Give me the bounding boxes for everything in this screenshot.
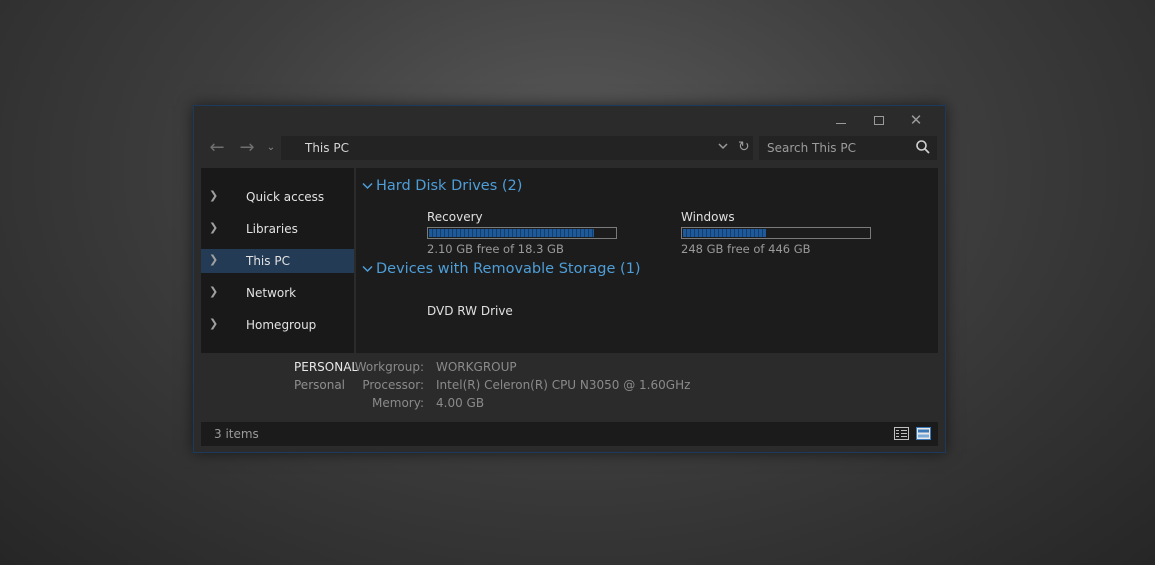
close-button[interactable]: ✕ — [898, 108, 934, 132]
drive-usage-bar — [681, 227, 871, 239]
memory-value: 4.00 GB — [436, 396, 485, 410]
minimize-button[interactable] — [823, 108, 859, 132]
chevron-right-icon[interactable]: ❯ — [209, 189, 218, 202]
details-pane: PERSONAL Personal Workgroup: WORKGROUP P… — [201, 356, 938, 422]
drive-usage-fill — [683, 229, 766, 237]
memory-label: Memory: — [372, 396, 424, 410]
processor-label: Processor: — [362, 378, 424, 392]
navigation-pane: ❯ Quick access ❯ Libraries ❯ This PC ❯ N… — [201, 168, 354, 353]
close-icon: ✕ — [909, 111, 923, 129]
sidebar-item-network[interactable]: ❯ Network — [201, 281, 354, 305]
sidebar-item-label: This PC — [246, 254, 290, 268]
drive-free-space: 248 GB free of 446 GB — [681, 242, 811, 256]
chevron-down-icon — [718, 143, 728, 150]
sidebar-item-homegroup[interactable]: ❯ Homegroup — [201, 313, 354, 337]
tiles-view-icon[interactable] — [916, 427, 931, 440]
sidebar-item-label: Network — [246, 286, 297, 300]
sidebar-item-this-pc[interactable]: ❯ This PC — [201, 249, 354, 273]
group-title: Hard Disk Drives (2) — [376, 178, 523, 194]
chevron-right-icon[interactable]: ❯ — [209, 317, 218, 330]
address-text: This PC — [305, 141, 349, 155]
drive-free-space: 2.10 GB free of 18.3 GB — [427, 242, 564, 256]
drive-windows[interactable]: Windows 248 GB free of 446 GB — [681, 210, 881, 256]
chevron-right-icon[interactable]: ❯ — [209, 253, 218, 266]
sidebar-item-libraries[interactable]: ❯ Libraries — [201, 217, 354, 241]
device-dvd-rw-drive[interactable]: DVD RW Drive — [427, 304, 513, 318]
drive-name: Recovery — [427, 210, 483, 224]
forward-button[interactable]: → — [236, 138, 258, 160]
chevron-right-icon[interactable]: ❯ — [209, 221, 218, 234]
explorer-window: ✕ ← → ⌄ This PC ↻ ❯ Quick access ❯ Libr — [193, 105, 946, 453]
item-count: 3 items — [214, 427, 259, 441]
maximize-icon — [874, 115, 884, 125]
chevron-down-icon[interactable] — [362, 180, 376, 193]
chevron-right-icon[interactable]: ❯ — [209, 285, 218, 298]
address-dropdown-button[interactable] — [718, 140, 728, 153]
arrow-left-icon: ← — [209, 137, 225, 158]
minimize-icon — [836, 122, 846, 124]
drive-name: Windows — [681, 210, 735, 224]
sidebar-item-label: Homegroup — [246, 318, 317, 332]
workgroup-label: Workgroup: — [354, 360, 424, 374]
arrow-right-icon: → — [239, 137, 255, 158]
sidebar-item-quick-access[interactable]: ❯ Quick access — [201, 185, 354, 209]
navigation-bar: ← → ⌄ This PC ↻ — [194, 136, 945, 162]
details-view-icon[interactable] — [894, 427, 909, 440]
group-header-hard-disk-drives[interactable]: Hard Disk Drives (2) — [362, 178, 522, 194]
back-button[interactable]: ← — [206, 138, 228, 160]
group-header-removable-storage[interactable]: Devices with Removable Storage (1) — [362, 261, 641, 277]
title-bar[interactable]: ✕ — [194, 106, 945, 134]
workgroup-value: WORKGROUP — [436, 360, 517, 374]
refresh-icon: ↻ — [738, 139, 750, 155]
maximize-button[interactable] — [861, 108, 897, 132]
sidebar-item-label: Libraries — [246, 222, 298, 236]
processor-value: Intel(R) Celeron(R) CPU N3050 @ 1.60GHz — [436, 378, 691, 392]
search-input[interactable] — [767, 140, 907, 156]
search-icon[interactable] — [915, 139, 931, 155]
drive-usage-bar — [427, 227, 617, 239]
drive-usage-fill — [429, 229, 594, 237]
chevron-down-icon: ⌄ — [266, 142, 276, 153]
address-bar[interactable]: This PC ↻ — [281, 136, 753, 160]
recent-locations-button[interactable]: ⌄ — [264, 138, 278, 160]
refresh-button[interactable]: ↻ — [738, 139, 750, 155]
status-bar: 3 items — [201, 422, 938, 446]
drive-recovery[interactable]: Recovery 2.10 GB free of 18.3 GB — [427, 210, 627, 256]
sidebar-item-label: Quick access — [246, 190, 325, 204]
search-box[interactable] — [759, 136, 937, 160]
content-pane: Hard Disk Drives (2) Recovery 2.10 GB fr… — [356, 168, 938, 353]
chevron-down-icon[interactable] — [362, 263, 376, 276]
group-title: Devices with Removable Storage (1) — [376, 261, 641, 277]
